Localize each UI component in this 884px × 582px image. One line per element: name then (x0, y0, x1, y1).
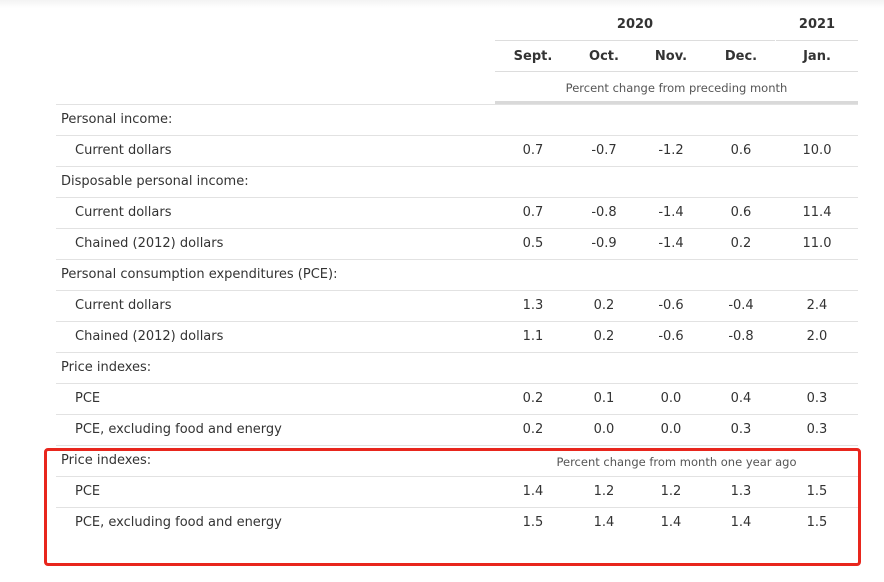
value-cell: -1.4 (658, 236, 684, 251)
value-cell: -1.4 (658, 205, 684, 220)
year-header-2020: 2020 (616, 17, 654, 32)
row-label: Current dollars (75, 298, 172, 313)
value-cell: 0.7 (522, 143, 544, 158)
value-cell: 0.3 (806, 422, 828, 437)
value-cell: -0.6 (658, 329, 684, 344)
value-cell: 0.5 (522, 236, 544, 251)
month-header-jan: Jan. (803, 49, 831, 64)
table-row: Current dollars 0.7 -0.7 -1.2 0.6 10.0 (56, 135, 858, 166)
row-label: Chained (2012) dollars (75, 329, 224, 344)
value-cell: 2.4 (806, 298, 828, 313)
table-row: Current dollars 0.7 -0.8 -1.4 0.6 11.4 (56, 197, 858, 228)
year-underline-2021 (776, 40, 858, 41)
value-cell: 0.3 (730, 422, 752, 437)
value-cell: 0.3 (806, 391, 828, 406)
value-cell: 0.1 (593, 391, 615, 406)
value-cell: 0.2 (730, 236, 752, 251)
table-row: PCE, excluding food and energy 0.2 0.0 0.0 0… (56, 414, 858, 445)
value-cell: -0.6 (658, 298, 684, 313)
value-cell: 11.0 (802, 236, 832, 251)
value-cell: 0.2 (593, 298, 615, 313)
row-label: PCE (75, 391, 101, 406)
value-cell: 10.0 (802, 143, 832, 158)
value-cell: 0.6 (730, 143, 752, 158)
row-label: PCE, excluding food and energy (75, 422, 282, 437)
value-cell: 1.1 (522, 329, 544, 344)
value-cell: -0.8 (728, 329, 754, 344)
section-label: Price indexes: (61, 360, 152, 375)
month-header-nov: Nov. (654, 49, 688, 64)
value-cell: 0.6 (730, 205, 752, 220)
table-row: Current dollars 1.3 0.2 -0.6 -0.4 2.4 (56, 290, 858, 321)
section-label: Personal consumption expenditures (PCE): (61, 267, 338, 282)
value-cell: 1.3 (522, 298, 544, 313)
value-cell: 0.2 (522, 391, 544, 406)
table-row: PCE 0.2 0.1 0.0 0.4 0.3 (56, 383, 858, 414)
caption-monthly-change: Percent change from preceding month (565, 81, 788, 95)
section-row: Disposable personal income: (56, 166, 858, 197)
row-label: Current dollars (75, 205, 172, 220)
section-row: Price indexes: (56, 352, 858, 383)
value-cell: 0.2 (593, 329, 615, 344)
highlight-box (44, 448, 861, 566)
value-cell: 0.0 (660, 422, 682, 437)
month-header-dec: Dec. (724, 49, 758, 64)
value-cell: 2.0 (806, 329, 828, 344)
value-cell: -0.4 (728, 298, 754, 313)
value-cell: -0.9 (591, 236, 617, 251)
table-row: Chained (2012) dollars 0.5 -0.9 -1.4 0.2 11.0 (56, 228, 858, 259)
row-label: Chained (2012) dollars (75, 236, 224, 251)
section-label: Disposable personal income: (61, 174, 249, 189)
value-cell: 0.0 (593, 422, 615, 437)
value-cell: -0.8 (591, 205, 617, 220)
value-cell: 0.7 (522, 205, 544, 220)
year-underline-2020 (495, 40, 775, 41)
section-label: Personal income: (61, 112, 173, 127)
year-header-2021: 2021 (798, 17, 836, 32)
row-label: Current dollars (75, 143, 172, 158)
value-cell: 0.4 (730, 391, 752, 406)
section-row: Personal consumption expenditures (PCE): (56, 259, 858, 290)
section-row: Personal income: (56, 104, 858, 135)
value-cell: 0.0 (660, 391, 682, 406)
value-cell: -1.2 (658, 143, 684, 158)
table-row: Chained (2012) dollars 1.1 0.2 -0.6 -0.8 2.0 (56, 321, 858, 352)
value-cell: -0.7 (591, 143, 617, 158)
top-shadow (0, 0, 884, 8)
month-header-sept: Sept. (513, 49, 553, 64)
value-cell: 0.2 (522, 422, 544, 437)
month-underline (495, 71, 858, 72)
value-cell: 11.4 (802, 205, 832, 220)
month-header-oct: Oct. (589, 49, 619, 64)
